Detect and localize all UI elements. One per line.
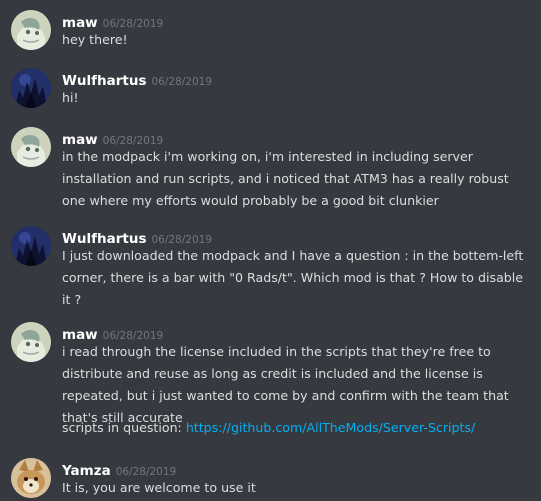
followup-text: scripts in question: <box>62 420 186 435</box>
message-header: Wulfhartus 06/28/2019 <box>62 228 212 247</box>
maw-avatar-icon[interactable] <box>11 10 51 50</box>
message-text: i read through the license included in t… <box>62 344 509 425</box>
message-text: in the modpack i'm working on, i'm inter… <box>62 149 509 208</box>
message-text: hi! <box>62 90 79 105</box>
message-header: maw 06/28/2019 <box>62 12 163 31</box>
message-content: in the modpack i'm working on, i'm inter… <box>62 146 530 212</box>
message-content: hi! <box>62 87 530 109</box>
message-followup: scripts in question: https://github.com/… <box>62 417 530 439</box>
message-content: hey there! <box>62 29 530 51</box>
github-link[interactable]: https://github.com/AllTheMods/Server-Scr… <box>186 420 475 435</box>
message-text: I just downloaded the modpack and I have… <box>62 248 524 307</box>
maw-avatar-icon[interactable] <box>11 127 51 167</box>
message-content: I just downloaded the modpack and I have… <box>62 245 530 311</box>
message-content: It is, you are welcome to use it <box>62 477 530 499</box>
wulfhartus-avatar-icon[interactable] <box>11 226 51 266</box>
message-header: Yamza 06/28/2019 <box>62 460 176 479</box>
wulfhartus-avatar-icon[interactable] <box>11 68 51 108</box>
message-header: maw 06/28/2019 <box>62 129 163 148</box>
chat-message-list: maw 06/28/2019 hey there! Wulfhartus 06/28… <box>0 0 541 501</box>
message-header: Wulfhartus 06/28/2019 <box>62 70 212 89</box>
message-text: hey there! <box>62 32 128 47</box>
message-text: It is, you are welcome to use it <box>62 480 256 495</box>
yamza-avatar-icon[interactable] <box>11 458 51 498</box>
message-header: maw 06/28/2019 <box>62 324 163 343</box>
maw-avatar-icon[interactable] <box>11 322 51 362</box>
message-content: i read through the license included in t… <box>62 341 530 429</box>
